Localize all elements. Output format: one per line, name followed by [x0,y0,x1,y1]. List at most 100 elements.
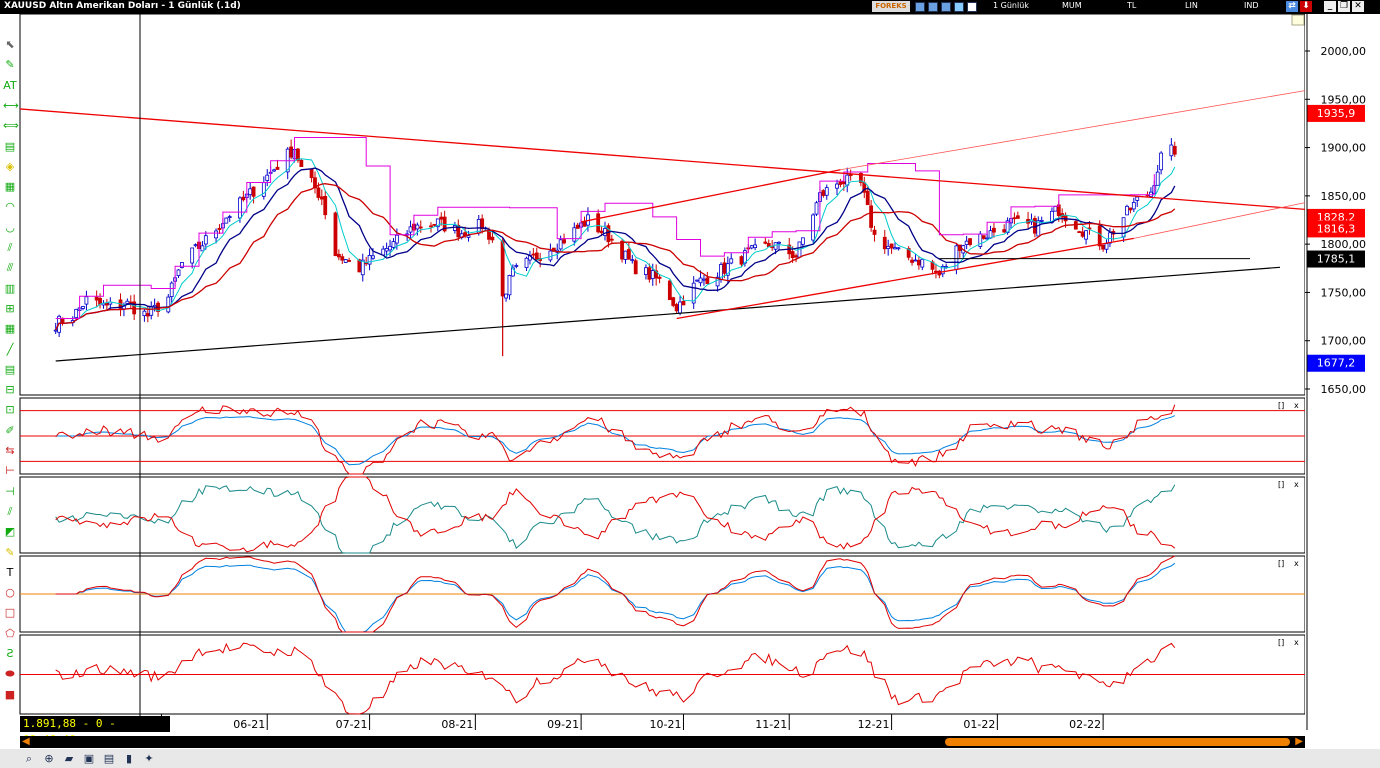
minimize-button[interactable]: _ [1324,1,1336,12]
candle-body [896,247,901,250]
zoom-in-icon[interactable]: ⊕ [42,752,56,766]
candle-body [238,197,242,219]
save-icon[interactable]: ▣ [82,752,96,766]
chart-icon[interactable] [915,2,925,12]
candle-body [678,301,682,314]
folder-icon[interactable]: ▰ [62,752,76,766]
candle-body [865,190,870,206]
candle-body [429,225,433,228]
date-tick-label: 08-21 [441,718,473,731]
panel-restore-icon: [] [1278,401,1284,410]
pin-icon[interactable]: ⇄ [1286,1,1298,12]
candle-body [388,245,392,251]
candle-body [125,300,130,304]
indicator-selector[interactable]: IND [1244,1,1259,10]
price-label: 1816,3 [1317,222,1356,235]
chart-area[interactable]: 75,0050,0025,00[]x50,0040,0030,0020,0010… [0,14,1380,736]
scroll-thumb[interactable] [945,738,1290,746]
candle-body [609,238,614,241]
database-icon[interactable]: ▮ [122,752,136,766]
candle-body [773,242,778,250]
indicator-panel-frame [19,476,1306,554]
candle-body [333,212,338,257]
candle-body [367,255,372,265]
chart-type-selector[interactable]: MUM [1062,1,1082,10]
candle-body [309,168,314,178]
candle-body [596,213,601,233]
close-button[interactable]: ✕ [1352,1,1364,12]
candle-body [968,238,972,245]
candle-body [480,218,485,230]
candle-body [432,223,437,226]
date-tick-label: 11-21 [755,718,787,731]
candle-body [1080,231,1085,237]
candle-body [466,235,471,238]
candle-body [674,304,679,312]
candle-body [667,280,672,301]
candle-body [562,239,566,244]
candle-body [1002,229,1007,233]
candle-body [418,226,423,229]
candle-body [128,301,133,304]
indicator-line-b [55,562,1176,633]
date-tick-label: 12-21 [858,718,890,731]
candle-body [1131,202,1136,210]
candle-body [698,277,703,284]
wave-icon[interactable] [967,2,977,12]
candle-body [336,253,341,258]
candle-body [794,255,798,258]
candle-body [1012,217,1017,220]
candle-body [415,224,420,230]
horizontal-scrollbar[interactable]: ◀ ▶ [20,736,1305,748]
ma-mid-line [55,167,1176,331]
candle-body [1104,243,1109,250]
candle-body [934,270,938,273]
candles [53,138,1177,357]
indicator-panels: 75,0050,0025,00[]x50,0040,0030,0020,0010… [19,397,1366,731]
candle-body [203,235,208,245]
period-selector[interactable]: 1 Günlük [993,1,1029,10]
candle-body [838,181,843,185]
star-icon[interactable]: ✦ [142,752,156,766]
price-panel [19,14,1306,730]
candle-body [814,202,819,215]
axis-tick-label: 1650,00 [1321,383,1367,396]
restore-button[interactable]: ❐ [1338,1,1350,12]
candle-body [626,249,631,260]
candle-body [623,250,628,260]
candle-body [835,183,839,189]
candle-body [630,259,635,262]
compare-icon[interactable] [928,2,938,12]
scale-selector[interactable]: LIN [1185,1,1198,10]
candle-body [190,247,195,264]
candle-body [316,187,321,198]
candle-body [739,256,744,265]
currency-selector[interactable]: TL [1127,1,1136,10]
marker-icon[interactable]: ⬇ [1300,1,1312,12]
candle-body [1125,205,1129,216]
print-icon[interactable]: ▤ [102,752,116,766]
candle-body [558,239,563,250]
axis-tick-label: 1800,00 [1321,238,1367,251]
candle-body [647,267,652,280]
scroll-right-icon[interactable]: ▶ [1295,736,1303,747]
panel-restore-icon: [] [1278,559,1284,568]
candle-body [910,259,914,263]
date-tick-label: 10-21 [649,718,681,731]
bottom-toolbar: ⌕ ⊕ ▰ ▣ ▤ ▮ ✦ [0,749,1380,768]
candle-body [81,306,85,309]
candle-body [599,230,604,234]
candle-body [394,234,399,244]
zoom-icon[interactable]: ⌕ [22,752,36,766]
arrow-icon[interactable] [954,2,964,12]
candle-body [964,240,969,245]
candle-body [514,265,519,267]
settings-icon[interactable] [941,2,951,12]
candle-body [357,259,362,273]
scroll-left-icon[interactable]: ◀ [22,736,30,747]
candle-body [722,262,727,274]
indicator-line-a [55,404,1176,475]
axis-tick-label: 1850,00 [1321,190,1367,203]
candle-body [889,243,894,249]
candle-body [531,253,536,256]
